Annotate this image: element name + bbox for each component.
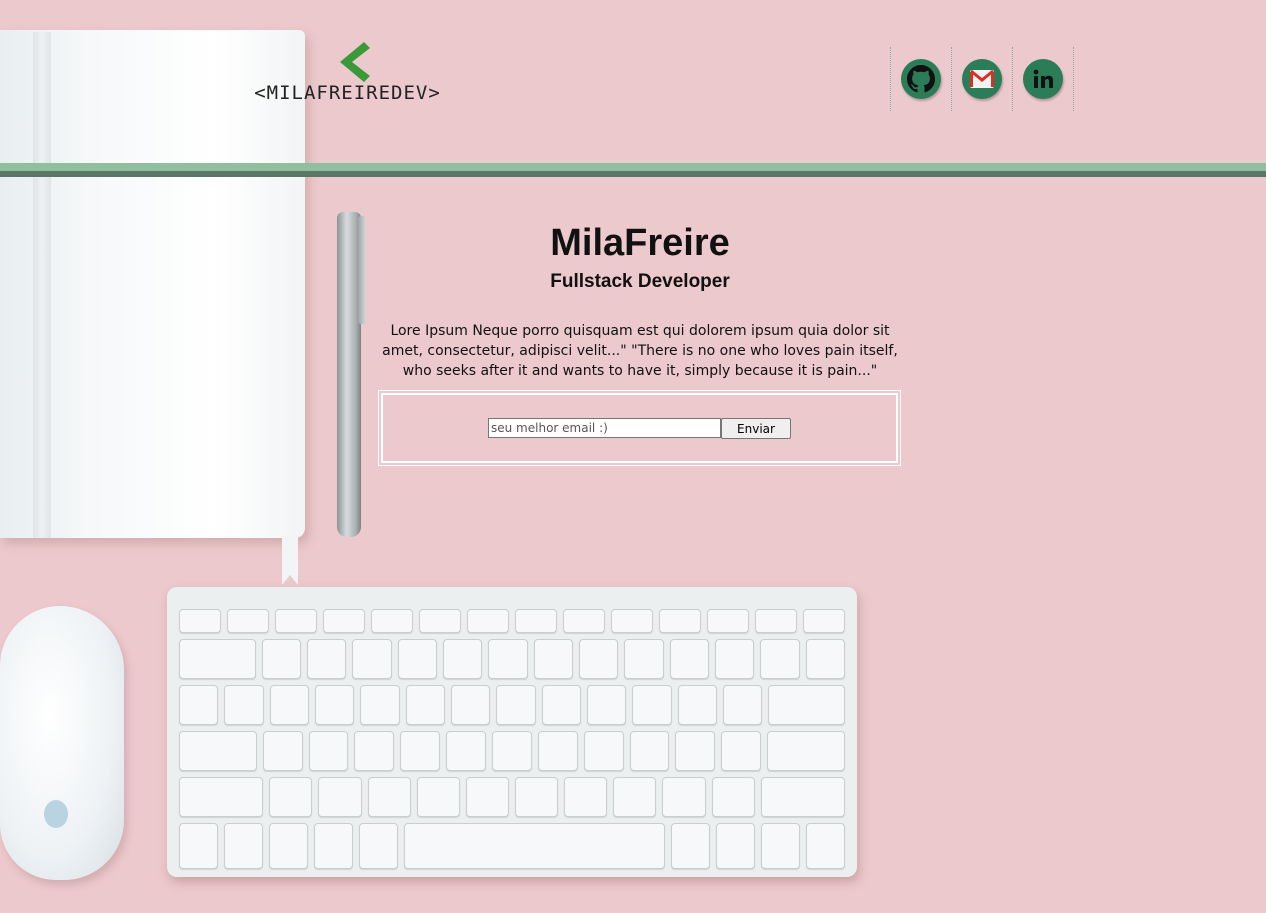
logo-text: <MILAFREIREDEV> [254,82,441,104]
page-subtitle: Fullstack Developer [550,271,730,292]
send-button[interactable]: Enviar [721,418,791,439]
site-logo[interactable]: <MILAFREIREDEV> [220,40,475,110]
notebook-ribbon [282,535,298,585]
mouse-image [0,606,124,880]
linkedin-link[interactable] [1023,59,1063,99]
gmail-icon [970,70,994,88]
newsletter-form: Enviar [378,390,901,466]
description-text: Lore Ipsum Neque porro quisquam est qui … [382,323,898,379]
social-item-github [890,47,951,111]
pen-clip [358,216,366,324]
page-title: MilaFreire [550,222,730,264]
logo-chevron-icon [340,42,370,82]
newsletter-fields: Enviar [488,418,791,439]
social-links [890,47,1074,111]
main-content: MilaFreire Fullstack Developer Lore Ipsu… [370,215,910,381]
linkedin-icon [1033,69,1053,88]
github-icon [907,65,935,93]
gmail-link[interactable] [962,59,1002,99]
social-item-gmail [951,47,1012,111]
github-link[interactable] [901,59,941,99]
header-divider-dark [0,171,1266,177]
social-item-linkedin [1012,47,1074,111]
header-divider-light [0,163,1266,171]
site-header: <MILAFREIREDEV> [0,0,1266,163]
keyboard-image [167,587,857,877]
email-input[interactable] [488,418,721,438]
apple-logo-icon [44,800,68,828]
